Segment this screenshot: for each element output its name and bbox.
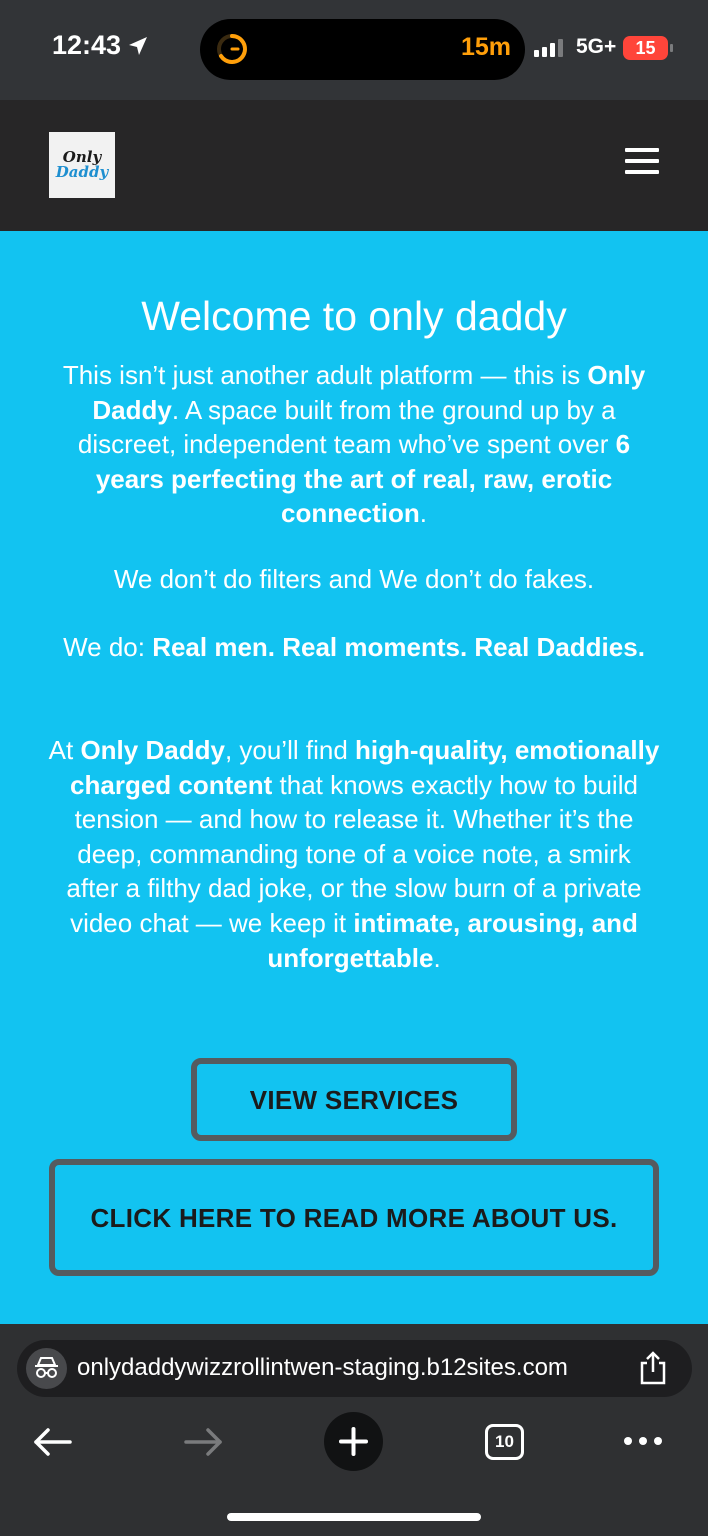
share-icon[interactable] — [637, 1350, 669, 1386]
bold-span: Only Daddy — [80, 735, 225, 765]
hero-real-men-paragraph: We do: Real men. Real moments. Real Dadd… — [48, 630, 660, 665]
cell-signal-icon — [534, 39, 563, 57]
tabs-icon[interactable]: 10 — [485, 1424, 524, 1460]
logo-word-daddy: Daddy — [55, 163, 109, 181]
hero-intro-paragraph: This isn’t just another adult platform —… — [48, 358, 660, 531]
location-arrow-icon — [129, 36, 148, 55]
text-span: This isn’t just another adult platform —… — [62, 360, 588, 390]
network-type: 5G+ — [576, 35, 617, 58]
logo-word-only: Only — [62, 148, 102, 166]
status-time-text: 12:43 — [52, 30, 122, 60]
read-more-about-button[interactable]: CLICK HERE TO READ MORE ABOUT US. — [49, 1159, 659, 1276]
forward-arrow-icon[interactable] — [184, 1426, 224, 1458]
hamburger-menu-icon[interactable] — [620, 148, 664, 182]
timer-ring-icon — [217, 34, 247, 64]
hero-section: Welcome to only daddy This isn’t just an… — [0, 231, 708, 1324]
text-span: . — [419, 498, 427, 529]
back-arrow-icon[interactable] — [32, 1426, 72, 1458]
battery-icon: 15 — [623, 36, 673, 60]
hero-content-paragraph: At Only Daddy, you’ll find high-quality,… — [48, 733, 660, 975]
status-bar: 12:43 15m 5G+ 15 — [0, 0, 708, 100]
incognito-icon[interactable] — [26, 1348, 67, 1389]
hero-no-fakes-paragraph: We don’t do filters and We don’t do fake… — [113, 564, 595, 594]
text-span: We do: — [63, 632, 153, 662]
dynamic-island[interactable]: 15m — [200, 19, 525, 80]
text-span: , you’ll find — [224, 735, 356, 765]
url-text[interactable]: onlydaddywizzrollintwen-staging.b12sites… — [77, 1354, 568, 1382]
more-icon[interactable] — [622, 1434, 664, 1448]
bold-span: Real men. Real moments. Real Daddies. — [152, 632, 645, 662]
hero-title: Welcome to only daddy — [141, 293, 567, 339]
browser-toolbar: onlydaddywizzrollintwen-staging.b12sites… — [0, 1324, 708, 1536]
text-span: At — [48, 735, 81, 765]
view-services-button[interactable]: VIEW SERVICES — [191, 1058, 517, 1141]
text-span: . — [433, 942, 441, 973]
address-bar[interactable]: onlydaddywizzrollintwen-staging.b12sites… — [17, 1340, 692, 1397]
timer-text: 15m — [460, 33, 511, 61]
site-logo[interactable]: Only Daddy — [49, 132, 115, 198]
site-header: Only Daddy — [0, 100, 708, 231]
new-tab-plus-icon[interactable] — [324, 1412, 383, 1471]
home-indicator[interactable] — [227, 1513, 481, 1521]
status-time: 12:43 — [52, 30, 149, 61]
browser-nav-row: 10 — [0, 1412, 708, 1472]
